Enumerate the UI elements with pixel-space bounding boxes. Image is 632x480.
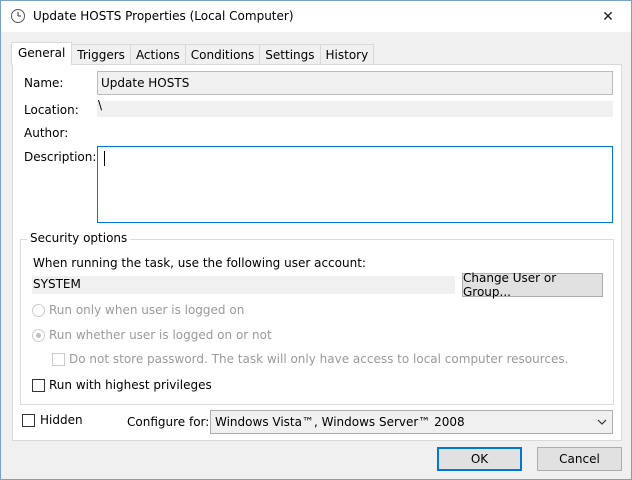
run-whether-label: Run whether user is logged on or not xyxy=(49,328,272,342)
user-account-field[interactable]: SYSTEM xyxy=(32,276,455,294)
window-title: Update HOSTS Properties (Local Computer) xyxy=(33,9,294,23)
tab-general[interactable]: General xyxy=(11,42,73,65)
hidden-label: Hidden xyxy=(40,413,83,427)
author-label: Author: xyxy=(24,126,69,140)
configure-for-value: Windows Vista™, Windows Server™ 2008 xyxy=(215,415,465,429)
name-value: Update HOSTS xyxy=(101,76,190,90)
configure-for-label: Configure for: xyxy=(127,415,210,429)
hidden-checkbox[interactable] xyxy=(22,414,35,427)
radio-selected-dot xyxy=(36,333,41,338)
title-bar[interactable]: Update HOSTS Properties (Local Computer)… xyxy=(1,1,631,32)
do-not-store-password-label: Do not store password. The task will onl… xyxy=(69,352,569,366)
configure-for-dropdown[interactable]: Windows Vista™, Windows Server™ 2008 xyxy=(210,410,613,434)
user-account-value: SYSTEM xyxy=(33,277,81,291)
run-logged-on-label: Run only when user is logged on xyxy=(49,303,245,317)
tab-actions[interactable]: Actions xyxy=(129,44,186,65)
ok-button[interactable]: OK xyxy=(437,447,522,471)
name-field[interactable]: Update HOSTS xyxy=(97,71,613,95)
run-whether-radio[interactable] xyxy=(32,329,45,342)
properties-dialog: Update HOSTS Properties (Local Computer)… xyxy=(0,0,632,480)
general-tab-panel: Name: Update HOSTS Location: \ Author: D… xyxy=(12,64,622,441)
location-value: \ xyxy=(98,98,103,112)
account-prompt: When running the task, use the following… xyxy=(33,256,366,270)
tab-history[interactable]: History xyxy=(319,44,375,65)
ok-label: OK xyxy=(470,452,489,466)
description-label: Description: xyxy=(24,150,97,164)
location-field[interactable]: \ xyxy=(97,98,613,117)
run-logged-on-radio[interactable] xyxy=(32,304,45,317)
tab-settings[interactable]: Settings xyxy=(259,44,321,65)
name-label: Name: xyxy=(24,76,64,90)
cancel-button[interactable]: Cancel xyxy=(537,447,622,471)
location-label: Location: xyxy=(24,103,79,117)
tab-strip: General Triggers Actions Conditions Sett… xyxy=(11,42,375,65)
cancel-label: Cancel xyxy=(559,452,600,466)
tab-conditions[interactable]: Conditions xyxy=(184,44,261,65)
description-textarea[interactable] xyxy=(97,146,613,223)
security-options-title: Security options xyxy=(27,231,131,245)
highest-privileges-checkbox[interactable] xyxy=(32,379,45,392)
chevron-down-icon xyxy=(597,419,607,425)
do-not-store-password-checkbox[interactable] xyxy=(52,353,65,366)
close-button[interactable]: ✕ xyxy=(585,1,631,32)
text-caret xyxy=(104,151,105,166)
close-icon: ✕ xyxy=(602,8,614,25)
change-user-label: Change User or Group... xyxy=(463,271,557,299)
change-user-button[interactable]: Change User or Group... xyxy=(462,271,603,299)
highest-privileges-label: Run with highest privileges xyxy=(49,378,212,392)
tab-triggers[interactable]: Triggers xyxy=(71,44,131,65)
task-scheduler-icon xyxy=(11,9,25,23)
